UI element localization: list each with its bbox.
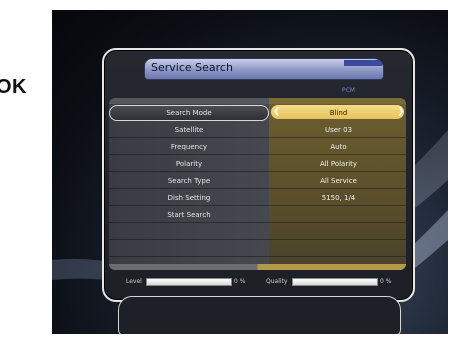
menu-row-value — [271, 207, 406, 223]
menu-row-frequency[interactable]: Frequency Auto — [109, 139, 406, 155]
menu-row-label: Search Mode — [166, 109, 212, 117]
quality-bar-fill — [293, 279, 377, 285]
row-divider — [109, 171, 406, 172]
arrow-right-icon[interactable]: ❯ — [397, 107, 405, 117]
row-divider — [109, 256, 406, 257]
menu-bottom-bar — [109, 264, 406, 270]
empty-row — [109, 224, 406, 240]
ok-label: OK — [0, 76, 27, 98]
menu-row-label: Frequency — [170, 143, 208, 151]
menu-row-label: Satellite — [174, 126, 204, 134]
quality-bar — [292, 278, 378, 286]
quality-label: Quality — [266, 278, 288, 285]
menu-row-search-type[interactable]: Search Type All Service — [109, 173, 406, 189]
level-value: 0 % — [234, 278, 246, 285]
signal-meters: Level 0 % Quality 0 % — [120, 276, 400, 288]
menu-row-value[interactable]: User 03 — [271, 122, 406, 138]
info-box — [118, 296, 401, 334]
menu-row-search-mode[interactable]: Search Mode ❮ Blind ❯ — [109, 105, 406, 121]
row-divider — [109, 222, 406, 223]
row-divider — [109, 188, 406, 189]
level-bar-fill — [147, 279, 231, 285]
level-bar — [146, 278, 232, 286]
row-divider — [109, 154, 406, 155]
empty-row — [109, 241, 406, 257]
menu-row-value[interactable]: All Polarity — [271, 156, 406, 172]
menu-row-dish-setting[interactable]: Dish Setting 5150, 1/4 — [109, 190, 406, 206]
menu-row-label: Search Type — [167, 177, 211, 185]
tv-screen: Service Search PCM Search Mode ❮ Blind ❯… — [52, 10, 448, 334]
menu-row-label: Dish Setting — [167, 194, 211, 202]
menu-row-value[interactable]: Auto — [271, 139, 406, 155]
row-divider — [109, 205, 406, 206]
menu-row-value[interactable]: Blind — [271, 105, 406, 121]
quality-value: 0 % — [380, 278, 392, 285]
menu-row-label: Polarity — [175, 160, 203, 168]
menu-row-label: Start Search — [167, 211, 211, 219]
row-divider — [109, 137, 406, 138]
window-title: Service Search — [151, 61, 233, 74]
service-search-window: Service Search PCM Search Mode ❮ Blind ❯… — [102, 48, 415, 334]
menu-row-value[interactable]: 5150, 1/4 — [271, 190, 406, 206]
menu-row-satellite[interactable]: Satellite User 03 — [109, 122, 406, 138]
menu-row-polarity[interactable]: Polarity All Polarity — [109, 156, 406, 172]
menu-row-start-search[interactable]: Start Search — [109, 207, 406, 223]
status-tag: PCM — [342, 87, 355, 94]
level-label: Level — [126, 278, 142, 285]
row-divider — [109, 239, 406, 240]
menu-row-value[interactable]: All Service — [271, 173, 406, 189]
title-accent — [344, 60, 382, 66]
